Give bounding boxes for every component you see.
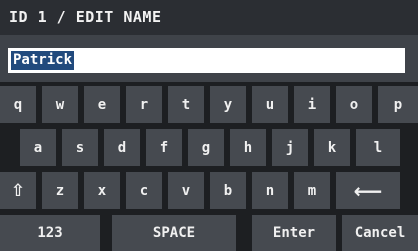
name-input[interactable]: Patrick (8, 48, 405, 73)
key-d[interactable]: d (104, 129, 140, 166)
key-k[interactable]: k (314, 129, 350, 166)
name-input-value: Patrick (11, 51, 75, 70)
key-b[interactable]: b (210, 172, 246, 209)
enter-key[interactable]: Enter (252, 215, 336, 251)
cancel-key[interactable]: Cancel (342, 215, 418, 251)
key-i[interactable]: i (294, 86, 330, 123)
key-y[interactable]: y (210, 86, 246, 123)
key-q[interactable]: q (0, 86, 36, 123)
key-a[interactable]: a (20, 129, 56, 166)
key-m[interactable]: m (294, 172, 330, 209)
numbers-key[interactable]: 123 (0, 215, 100, 251)
key-p[interactable]: p (378, 86, 418, 123)
key-v[interactable]: v (168, 172, 204, 209)
key-l[interactable]: l (356, 129, 400, 166)
key-u[interactable]: u (252, 86, 288, 123)
key-c[interactable]: c (126, 172, 162, 209)
space-key[interactable]: SPACE (112, 215, 236, 251)
key-f[interactable]: f (146, 129, 182, 166)
key-x[interactable]: x (84, 172, 120, 209)
key-g[interactable]: g (188, 129, 224, 166)
key-t[interactable]: t (168, 86, 204, 123)
shift-up-arrow-icon: ⇧ (10, 180, 26, 201)
shift-key[interactable]: ⇧ (0, 172, 36, 209)
key-z[interactable]: z (42, 172, 78, 209)
key-j[interactable]: j (272, 129, 308, 166)
key-h[interactable]: h (230, 129, 266, 166)
backspace-key[interactable]: ⟵ (336, 172, 400, 209)
key-n[interactable]: n (252, 172, 288, 209)
key-e[interactable]: e (84, 86, 120, 123)
key-o[interactable]: o (336, 86, 372, 123)
key-w[interactable]: w (42, 86, 78, 123)
window-title: ID 1 / EDIT NAME (0, 0, 418, 35)
left-arrow-icon: ⟵ (353, 178, 383, 203)
key-s[interactable]: s (62, 129, 98, 166)
key-r[interactable]: r (126, 86, 162, 123)
